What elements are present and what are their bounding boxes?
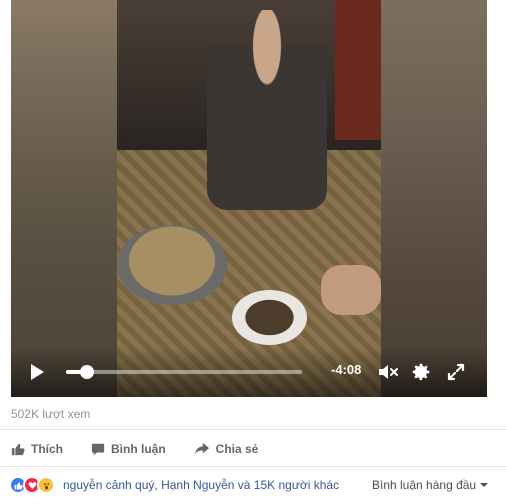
play-button[interactable]	[25, 360, 49, 384]
video-plate	[232, 290, 307, 345]
video-post: -4:08 502K lượt xem Thích Bình luận Chia…	[0, 0, 506, 504]
divider	[0, 429, 506, 430]
fullscreen-button[interactable]	[444, 360, 468, 384]
seek-bar[interactable]	[66, 365, 302, 379]
comment-label: Bình luận	[111, 442, 166, 456]
comment-sort-label: Bình luận hàng đầu	[372, 478, 477, 492]
share-arrow-icon	[194, 442, 209, 455]
share-button[interactable]: Chia sẻ	[194, 437, 259, 461]
video-player[interactable]: -4:08	[11, 0, 487, 397]
seek-handle[interactable]	[80, 365, 95, 379]
share-label: Chia sẻ	[215, 442, 259, 456]
video-blur-edge-right	[381, 0, 487, 397]
comment-sort-dropdown[interactable]: Bình luận hàng đầu	[372, 478, 489, 492]
action-bar: Thích Bình luận Chia sẻ	[11, 437, 258, 461]
video-blur-edge-left	[11, 0, 117, 397]
comment-button[interactable]: Bình luận	[91, 437, 166, 461]
video-person	[207, 10, 327, 210]
view-count: 502K lượt xem	[11, 407, 91, 421]
like-button[interactable]: Thích	[11, 437, 63, 461]
video-door	[335, 0, 381, 140]
fullscreen-icon	[447, 363, 465, 381]
volume-muted-icon	[379, 365, 398, 379]
like-label: Thích	[31, 442, 63, 456]
video-frame	[117, 0, 381, 397]
settings-gear-icon	[412, 363, 430, 381]
video-feet	[321, 265, 381, 315]
video-hotpot	[117, 225, 227, 305]
wow-reaction-icon	[37, 476, 55, 494]
divider	[0, 466, 506, 467]
video-controls: -4:08	[11, 347, 487, 397]
thumbs-up-icon	[11, 443, 25, 456]
reaction-icons[interactable]	[9, 476, 55, 494]
play-icon	[30, 364, 44, 380]
caret-down-icon	[480, 483, 489, 487]
time-remaining: -4:08	[331, 362, 362, 377]
settings-button[interactable]	[409, 360, 433, 384]
mute-button[interactable]	[376, 360, 400, 384]
reaction-summary-link[interactable]: nguyễn cảnh quý, Hạnh Nguyễn và 15K ngườ…	[63, 478, 339, 492]
comment-icon	[91, 443, 105, 456]
